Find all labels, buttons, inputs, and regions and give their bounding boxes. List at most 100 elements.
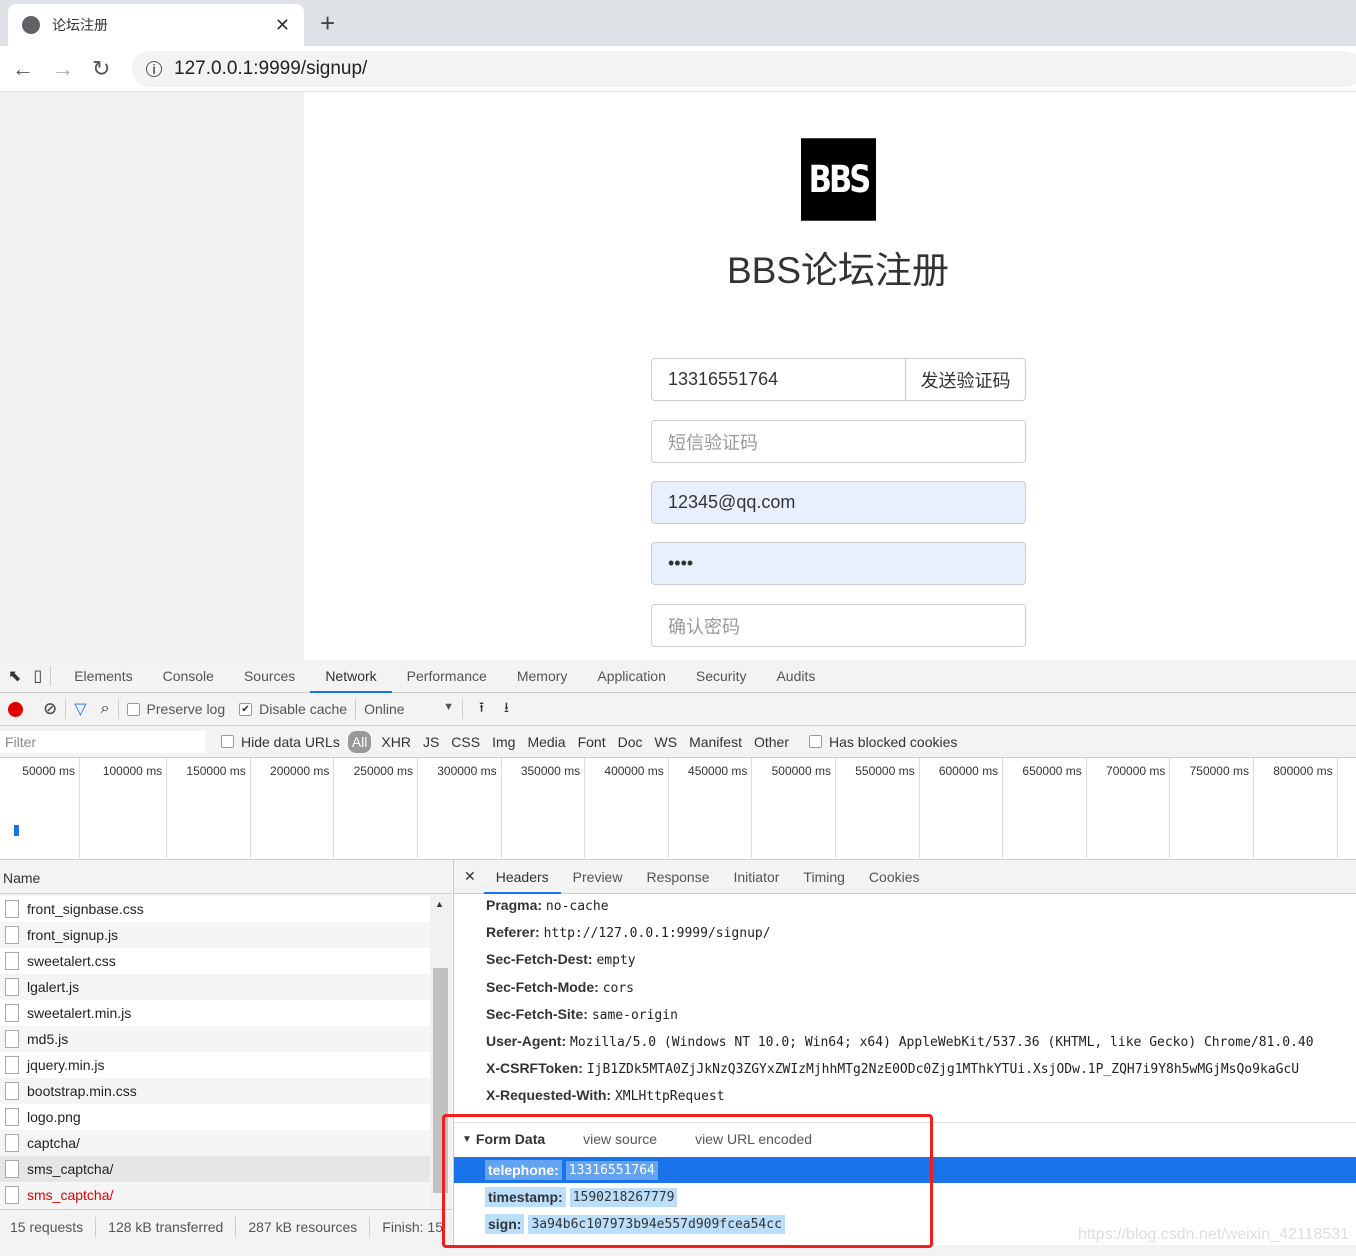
document-file-icon [5,978,19,996]
clear-icon[interactable]: ⊘ [43,699,57,719]
request-row[interactable]: logo.png [0,1104,430,1130]
devtools-tab-security[interactable]: Security [681,660,762,693]
timeline-tick: 700000 ms [1087,758,1171,858]
header-key: Sec-Fetch-Mode: [486,978,599,995]
filter-type-js[interactable]: JS [423,734,439,750]
send-code-button[interactable]: 发送验证码 [905,358,1026,401]
filter-type-css[interactable]: CSS [451,734,480,750]
request-row[interactable]: lgalert.js [0,974,430,1000]
reload-icon[interactable]: ↻ [92,56,110,82]
timeline-tick: 800000 ms [1254,758,1338,858]
confirm-password-input[interactable]: 确认密码 [651,604,1026,647]
throttle-select[interactable]: Online ▼ [364,701,454,717]
request-name: front_signbase.css [27,901,144,917]
detail-tab-response[interactable]: Response [634,860,721,894]
detail-tab-headers[interactable]: Headers [483,860,561,894]
devtools-tab-network[interactable]: Network [310,660,392,693]
request-row[interactable]: md5.js [0,1026,430,1052]
timeline-tick: 400000 ms [585,758,669,858]
devtools-tab-performance[interactable]: Performance [392,660,502,693]
request-row[interactable]: sms_captcha/ [0,1182,430,1208]
request-name: md5.js [27,1031,69,1047]
request-row[interactable]: front_signup.js [0,922,430,948]
url-bar[interactable]: i 127.0.0.1:9999/signup/ [132,51,1356,87]
detail-tab-timing[interactable]: Timing [791,860,857,894]
devtools-tab-sources[interactable]: Sources [229,660,310,693]
record-icon[interactable] [8,701,23,717]
close-tab-icon[interactable]: ✕ [275,15,290,36]
dropdown-arrow-icon: ▼ [443,701,455,713]
document-file-icon [5,1030,19,1048]
forward-icon[interactable]: → [52,56,74,82]
new-tab-icon[interactable]: + [320,8,335,39]
telephone-value: 13316551764 [668,369,779,389]
request-name: sweetalert.css [27,953,116,969]
name-column-header[interactable]: Name [0,860,452,894]
export-har-icon[interactable]: ⭳ [504,697,509,721]
blocked-cookies-checkbox[interactable] [809,735,822,748]
email-input[interactable]: 12345@qq.com [651,481,1026,524]
filter-type-manifest[interactable]: Manifest [689,734,742,750]
detail-tabs: ✕ Headers Preview Response Initiator Timing C… [454,860,1356,894]
devtools-tab-audits[interactable]: Audits [761,660,830,693]
detail-tab-initiator[interactable]: Initiator [722,860,792,894]
request-row[interactable]: sweetalert.css [0,948,430,974]
header-value: same-origin [591,1007,678,1023]
document-file-icon [5,952,19,970]
request-row[interactable]: front_signbase.css [0,896,430,922]
request-name: sms_captcha/ [27,1161,114,1177]
filter-type-doc[interactable]: Doc [618,734,643,750]
request-row[interactable]: sweetalert.min.js [0,1000,430,1026]
filter-type-xhr[interactable]: XHR [381,734,411,750]
request-name: bootstrap.min.css [27,1083,137,1099]
telephone-input[interactable]: 13316551764 [651,358,907,401]
header-key: Sec-Fetch-Dest: [486,951,593,968]
filter-input[interactable]: Filter [0,730,205,753]
info-icon[interactable]: i [146,61,162,77]
header-key: Referer: [486,924,540,941]
disable-cache-checkbox[interactable]: ✔ [239,702,253,716]
url-text[interactable]: 127.0.0.1:9999/signup/ [174,58,367,80]
preserve-log-checkbox[interactable] [126,702,140,716]
devtools-tab-elements[interactable]: Elements [59,660,147,693]
network-overview-timeline[interactable]: 50000 ms 100000 ms 150000 ms 200000 ms 25000… [0,758,1356,860]
document-file-icon [5,900,19,918]
filter-icon[interactable]: ▽ [74,699,86,719]
request-row[interactable]: captcha/ [0,1130,430,1156]
password-input[interactable]: •••• [651,542,1026,585]
filter-type-other[interactable]: Other [754,734,789,750]
filter-type-img[interactable]: Img [492,734,515,750]
scroll-up-icon[interactable]: ▲ [435,899,444,909]
hide-data-urls-label: Hide data URLs [241,733,340,750]
header-row: User-Agent: Mozilla/5.0 (Windows NT 10.0… [486,1033,1314,1050]
request-row[interactable]: jquery.min.js [0,1052,430,1078]
timeline-tick: 250000 ms [334,758,418,858]
devtools-tab-application[interactable]: Application [582,660,681,693]
detail-tab-cookies[interactable]: Cookies [857,860,932,894]
devtools-tab-console[interactable]: Console [148,660,229,693]
inspect-element-icon[interactable]: ⬉ [8,666,21,686]
filter-type-ws[interactable]: WS [655,734,678,750]
device-toolbar-icon[interactable]: ▯ [33,666,42,686]
email-value: 12345@qq.com [668,492,796,512]
browser-tab[interactable]: 论坛注册 ✕ [8,4,304,46]
sms-code-input[interactable]: 短信验证码 [651,420,1026,463]
detail-tab-preview[interactable]: Preview [561,860,635,894]
filter-type-media[interactable]: Media [527,734,565,750]
filter-type-font[interactable]: Font [578,734,606,750]
import-har-icon[interactable]: ⭱ [479,697,484,721]
page-title: BBS论坛注册 [726,250,950,291]
request-row[interactable]: bootstrap.min.css [0,1078,430,1104]
timeline-tick: 600000 ms [920,758,1004,858]
request-row[interactable]: sms_captcha/ [0,1156,430,1182]
filter-type-all[interactable]: All [347,730,372,753]
devtools-tab-memory[interactable]: Memory [502,660,583,693]
close-detail-icon[interactable]: ✕ [464,868,476,885]
annotation-highlight-box [442,1114,933,1248]
watermark: https://blog.csdn.net/weixin_42118531 [1078,1226,1350,1243]
hide-data-urls-checkbox[interactable] [221,735,234,748]
search-icon[interactable]: ⌕ [101,700,110,718]
timeline-tick: 150000 ms [167,758,251,858]
back-icon[interactable]: ← [12,56,34,82]
header-key: Pragma: [486,897,543,913]
